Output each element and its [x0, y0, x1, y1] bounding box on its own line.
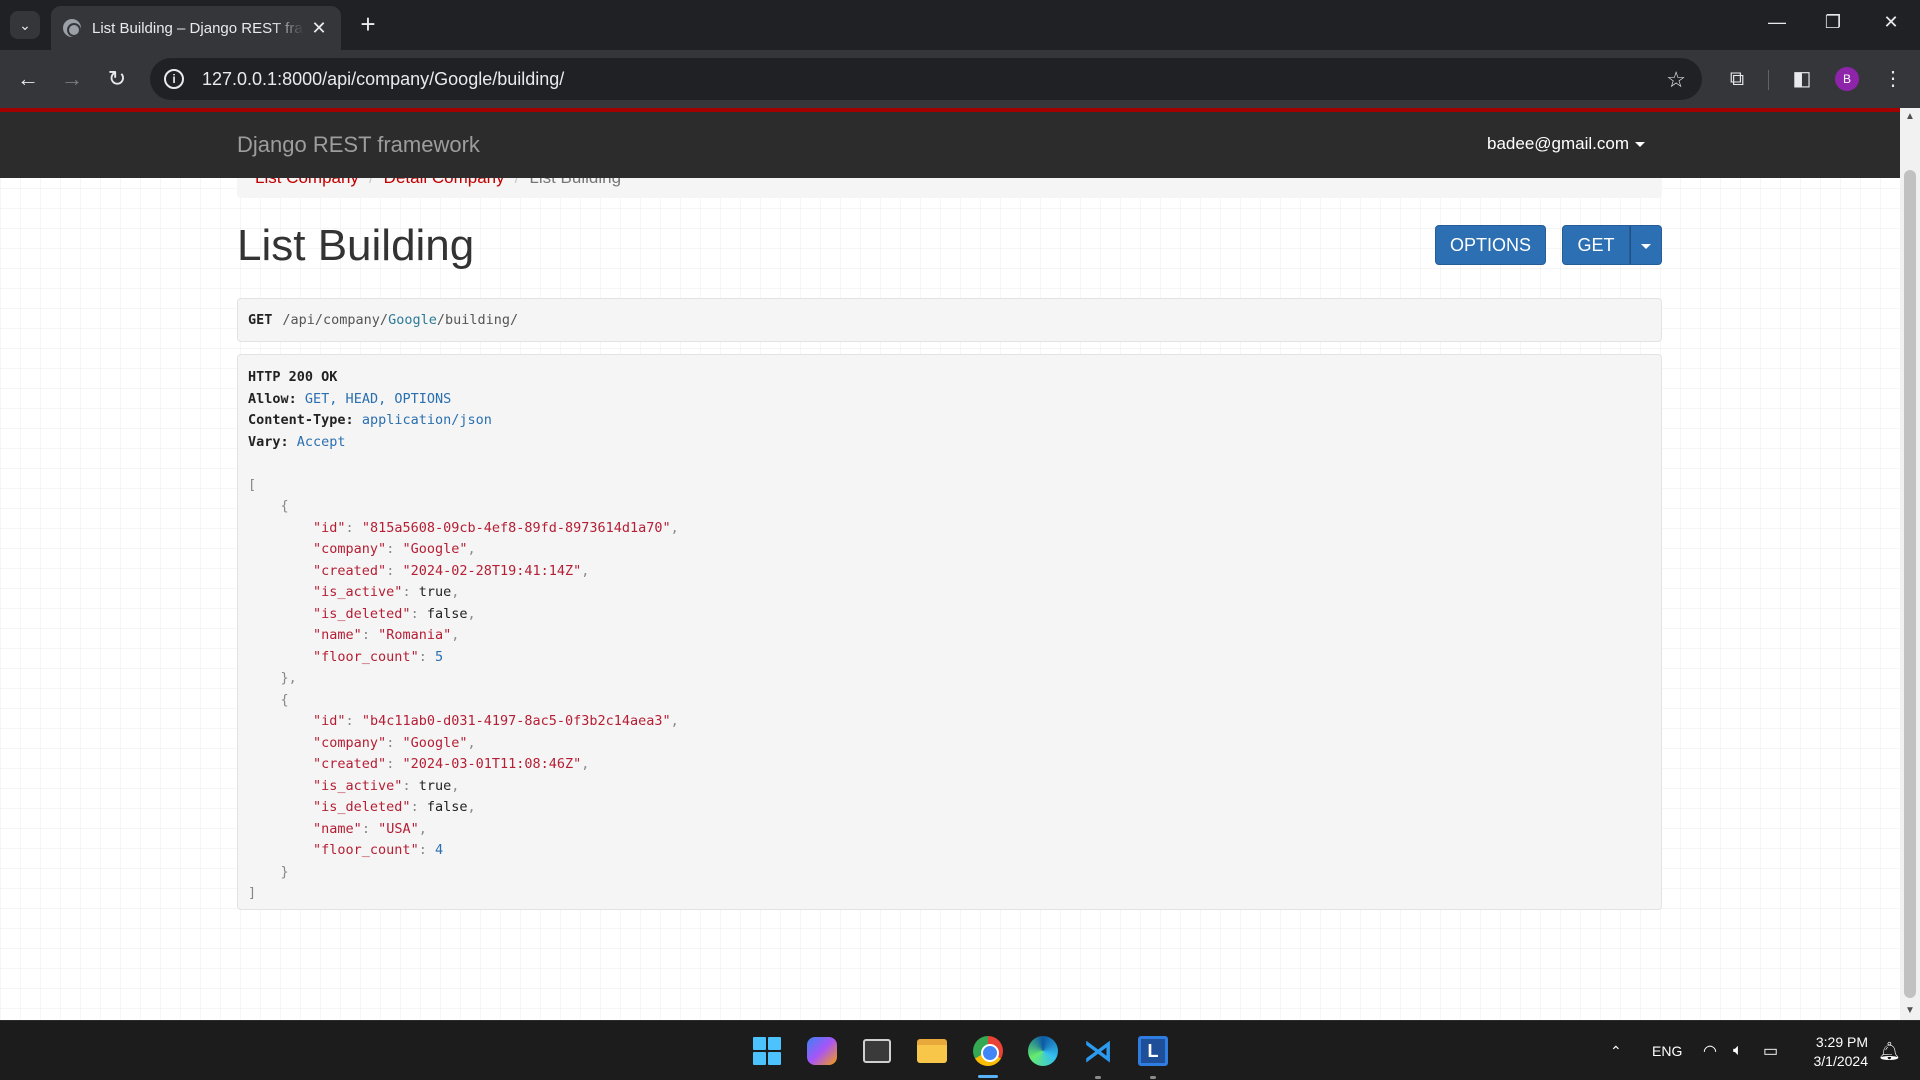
- request-method: GET: [248, 312, 273, 328]
- caret-down-icon: [1635, 142, 1645, 148]
- request-path-param: Google: [388, 312, 437, 328]
- json-value: "Romania": [378, 627, 452, 643]
- clock-date: 3/1/2024: [1813, 1053, 1869, 1069]
- tab-title: List Building – Django REST framework: [92, 19, 304, 37]
- wifi-icon[interactable]: ◠: [1703, 1021, 1717, 1080]
- close-icon[interactable]: ✕: [309, 18, 329, 39]
- new-tab-button[interactable]: +: [353, 10, 383, 40]
- user-email: badee@gmail.com: [1487, 134, 1629, 153]
- task-view-app[interactable]: [857, 1031, 897, 1071]
- task-view-icon: [863, 1039, 891, 1063]
- json-value: 4: [434, 842, 444, 858]
- page-viewport: List Company / Detail Company / List Bui…: [0, 108, 1900, 1020]
- notification-bell-icon[interactable]: 🔔︎: [1878, 1041, 1901, 1062]
- system-clock[interactable]: 3:29 PM 3/1/2024: [1800, 1033, 1869, 1071]
- folder-icon: [917, 1039, 947, 1063]
- edge-icon: [1028, 1036, 1058, 1066]
- vscode-app[interactable]: ⋊: [1078, 1031, 1118, 1071]
- vscode-icon: ⋊: [1083, 1033, 1113, 1069]
- json-value: "Google": [402, 541, 468, 557]
- options-button[interactable]: OPTIONS: [1435, 225, 1546, 265]
- chevron-down-icon: ⌄: [19, 16, 31, 33]
- tray-overflow-icon[interactable]: ⌃: [1610, 1021, 1622, 1080]
- header-value: GET, HEAD, OPTIONS: [304, 390, 452, 407]
- url-text[interactable]: 127.0.0.1:8000/api/company/Google/buildi…: [202, 69, 564, 90]
- windows-logo-icon: [753, 1037, 781, 1065]
- get-button[interactable]: GET: [1562, 225, 1630, 265]
- reload-icon[interactable]: ↻: [102, 64, 132, 94]
- response-status: HTTP 200 OK: [248, 369, 338, 385]
- scroll-up-icon[interactable]: ▲: [1900, 108, 1920, 126]
- browser-toolbar: ← → ↻ i 127.0.0.1:8000/api/company/Googl…: [0, 50, 1920, 108]
- json-value: false: [426, 799, 468, 815]
- profile-avatar[interactable]: B: [1835, 67, 1859, 91]
- json-value: true: [418, 584, 452, 600]
- minimize-icon[interactable]: —: [1762, 12, 1792, 33]
- globe-icon: [63, 19, 81, 37]
- scroll-thumb[interactable]: [1904, 170, 1916, 998]
- windows-taskbar: ⋊ L ⌃ ENG ◠ 🔈︎ ▭ 3:29 PM 3/1/2024 🔔︎: [0, 1020, 1920, 1080]
- site-info-icon[interactable]: i: [164, 69, 184, 89]
- page-title: List Building: [237, 221, 475, 270]
- copilot-app[interactable]: [802, 1031, 842, 1071]
- json-value: "Google": [402, 734, 468, 751]
- linear-app[interactable]: L: [1133, 1031, 1173, 1071]
- running-indicator: [1150, 1076, 1156, 1079]
- json-value: "815a5608-09cb-4ef8-89fd-8973614d1a70": [361, 519, 671, 536]
- active-app-indicator: [978, 1075, 998, 1078]
- language-indicator[interactable]: ENG: [1652, 1021, 1682, 1080]
- side-panel-icon[interactable]: ◧: [1787, 64, 1817, 94]
- copilot-icon: [807, 1037, 837, 1065]
- chrome-app[interactable]: [968, 1031, 1008, 1071]
- running-indicator: [1095, 1076, 1101, 1079]
- brand-link[interactable]: Django REST framework: [237, 132, 480, 158]
- json-value: "USA": [378, 820, 419, 837]
- volume-icon[interactable]: 🔈︎: [1733, 1021, 1743, 1080]
- restore-icon[interactable]: ❐: [1818, 12, 1848, 33]
- back-arrow-icon[interactable]: ←: [13, 64, 43, 94]
- bookmark-star-icon[interactable]: ☆: [1666, 67, 1686, 93]
- header-key: Vary:: [248, 433, 289, 450]
- response-info: HTTP 200 OK Allow: GET, HEAD, OPTIONS Co…: [237, 354, 1662, 910]
- start-button[interactable]: [747, 1031, 787, 1071]
- forward-arrow-icon[interactable]: →: [57, 64, 87, 94]
- clock-time: 3:29 PM: [1815, 1034, 1868, 1050]
- battery-icon[interactable]: ▭: [1763, 1021, 1778, 1080]
- caret-down-icon: [1641, 243, 1651, 249]
- extensions-icon[interactable]: ⧉: [1722, 64, 1752, 94]
- json-value: true: [418, 777, 452, 794]
- header-value: application/json: [361, 412, 492, 428]
- scroll-down-icon[interactable]: ▼: [1900, 1002, 1920, 1020]
- header-value: Accept: [296, 433, 346, 450]
- page-scrollbar[interactable]: ▲ ▼: [1900, 108, 1920, 1020]
- user-dropdown[interactable]: badee@gmail.com: [1487, 134, 1645, 154]
- file-explorer-app[interactable]: [912, 1031, 952, 1071]
- edge-app[interactable]: [1023, 1031, 1063, 1071]
- json-value: "b4c11ab0-d031-4197-8ac5-0f3b2c14aea3": [361, 713, 671, 729]
- chrome-icon: [973, 1036, 1003, 1066]
- l-app-icon: L: [1138, 1036, 1168, 1066]
- tab-search-button[interactable]: ⌄: [10, 11, 40, 39]
- drf-navbar: Django REST framework badee@gmail.com: [0, 108, 1900, 178]
- json-value: 5: [434, 648, 444, 665]
- address-bar[interactable]: i 127.0.0.1:8000/api/company/Google/buil…: [150, 58, 1702, 100]
- request-path-prefix: /api/company/: [282, 312, 389, 328]
- header-key: Allow:: [248, 390, 297, 407]
- kebab-menu-icon[interactable]: ⋮: [1878, 64, 1908, 94]
- request-info: GET /api/company/Google/building/: [237, 298, 1662, 342]
- json-value: false: [426, 605, 468, 622]
- browser-tabstrip: ⌄ List Building – Django REST framework …: [0, 0, 1920, 50]
- window-close-icon[interactable]: ✕: [1876, 12, 1906, 33]
- get-format-dropdown[interactable]: [1630, 225, 1662, 265]
- header-key: Content-Type:: [248, 412, 354, 428]
- browser-tab-active[interactable]: List Building – Django REST framework ✕: [51, 6, 341, 50]
- json-value: "2024-03-01T11:08:46Z": [402, 756, 582, 772]
- request-path-suffix: /building/: [436, 312, 519, 328]
- toolbar-divider: [1768, 70, 1769, 90]
- json-value: "2024-02-28T19:41:14Z": [402, 562, 582, 579]
